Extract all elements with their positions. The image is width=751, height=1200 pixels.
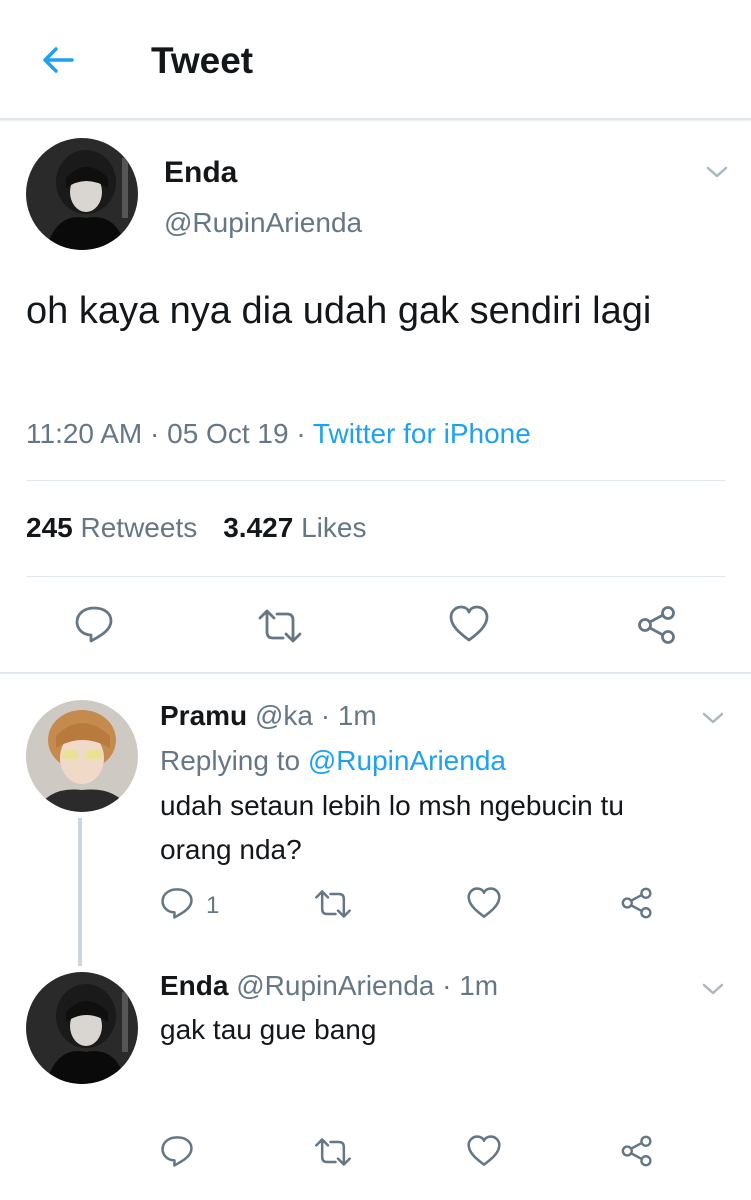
likes-label: Likes (301, 512, 367, 543)
reply-count: 1 (206, 892, 220, 919)
heart-icon (467, 887, 501, 918)
page-title: Tweet (151, 40, 254, 81)
tweet-text: oh kaya nya dia udah gak sendiri lagi (26, 290, 652, 332)
retweets-count: 245 (26, 512, 73, 543)
tweet-source-link[interactable]: Twitter for iPhone (313, 418, 531, 449)
share-icon (621, 887, 652, 919)
share-button[interactable] (620, 1134, 654, 1168)
reply-button[interactable] (160, 886, 194, 920)
tweet-meta: 11:20 AM · 05 Oct 19 · Twitter for iPhon… (26, 418, 531, 450)
reply-header: Enda @RupinArienda · 1m (160, 970, 498, 1002)
reply-button[interactable] (160, 1134, 194, 1168)
thread-connector (78, 818, 82, 966)
more-options-button[interactable] (705, 164, 729, 180)
reply-time: 1m (459, 970, 499, 1001)
speech-bubble-icon (161, 1136, 193, 1167)
reply-text-line: udah setaun lebih lo msh ngebucin tu (160, 790, 624, 821)
arrow-left-icon (43, 47, 74, 73)
replying-to: Replying to @RupinArienda (160, 745, 506, 777)
share-icon (638, 606, 675, 644)
retweet-icon (315, 1138, 351, 1166)
likes-stat[interactable]: 3.427 Likes (223, 512, 366, 543)
chevron-down-icon (702, 983, 724, 995)
reply-text: udah setaun lebih lo msh ngebucin tu (160, 790, 624, 822)
replying-handle-link[interactable]: @RupinArienda (308, 745, 506, 776)
retweets-label: Retweets (80, 512, 198, 543)
retweet-icon (258, 609, 302, 643)
reply-author-name[interactable]: Pramu (160, 700, 247, 731)
share-button[interactable] (620, 886, 654, 920)
top-bar: Tweet (0, 0, 751, 120)
speech-bubble-icon (75, 606, 113, 643)
reply-time: 1m (337, 700, 377, 731)
divider (26, 480, 726, 481)
reply-author-handle[interactable]: @RupinArienda (236, 970, 434, 1001)
likes-count: 3.427 (223, 512, 294, 543)
meta-separator: · (296, 418, 313, 449)
retweet-button[interactable] (313, 887, 353, 921)
share-icon (621, 1135, 652, 1167)
retweet-icon (315, 890, 351, 918)
retweets-stat[interactable]: 245 Retweets (26, 512, 197, 543)
tweet-time: 11:20 AM (26, 418, 143, 449)
reply-text-line: gak tau gue bang (160, 1014, 377, 1045)
tweet-date: 05 Oct 19 (167, 418, 289, 449)
meta-separator: · (150, 418, 168, 449)
reply-text-line: orang nda? (160, 834, 302, 865)
avatar[interactable] (26, 700, 138, 812)
like-button[interactable] (466, 886, 502, 920)
more-options-button[interactable] (701, 710, 725, 726)
heart-icon (467, 1135, 501, 1166)
reply-header: Pramu @ka · 1m (160, 700, 377, 732)
chevron-down-icon (706, 166, 728, 178)
divider (26, 576, 726, 577)
avatar[interactable] (26, 972, 138, 1084)
more-options-button[interactable] (701, 981, 725, 997)
retweet-button[interactable] (256, 606, 304, 646)
reply-button[interactable] (74, 604, 114, 644)
like-button[interactable] (466, 1134, 502, 1168)
reply-text: orang nda? (160, 834, 302, 866)
meta-separator: · (434, 970, 460, 1001)
chevron-down-icon (702, 712, 724, 724)
speech-bubble-icon (161, 888, 193, 919)
reply-text: gak tau gue bang (160, 1014, 376, 1046)
replying-prefix: Replying to (160, 745, 301, 776)
reply-author-name[interactable]: Enda (160, 970, 228, 1001)
like-button[interactable] (448, 604, 490, 644)
author-handle[interactable]: @RupinArienda (164, 207, 362, 239)
meta-separator: · (312, 700, 338, 731)
retweet-button[interactable] (313, 1135, 353, 1169)
share-button[interactable] (636, 604, 678, 646)
divider (0, 672, 751, 674)
heart-icon (449, 605, 489, 642)
engagement-stats: 245 Retweets 3.427 Likes (26, 512, 366, 544)
author-name[interactable]: Enda (164, 156, 237, 190)
back-button[interactable] (38, 40, 78, 80)
avatar[interactable] (26, 138, 138, 250)
reply-author-handle[interactable]: @ka (255, 700, 313, 731)
